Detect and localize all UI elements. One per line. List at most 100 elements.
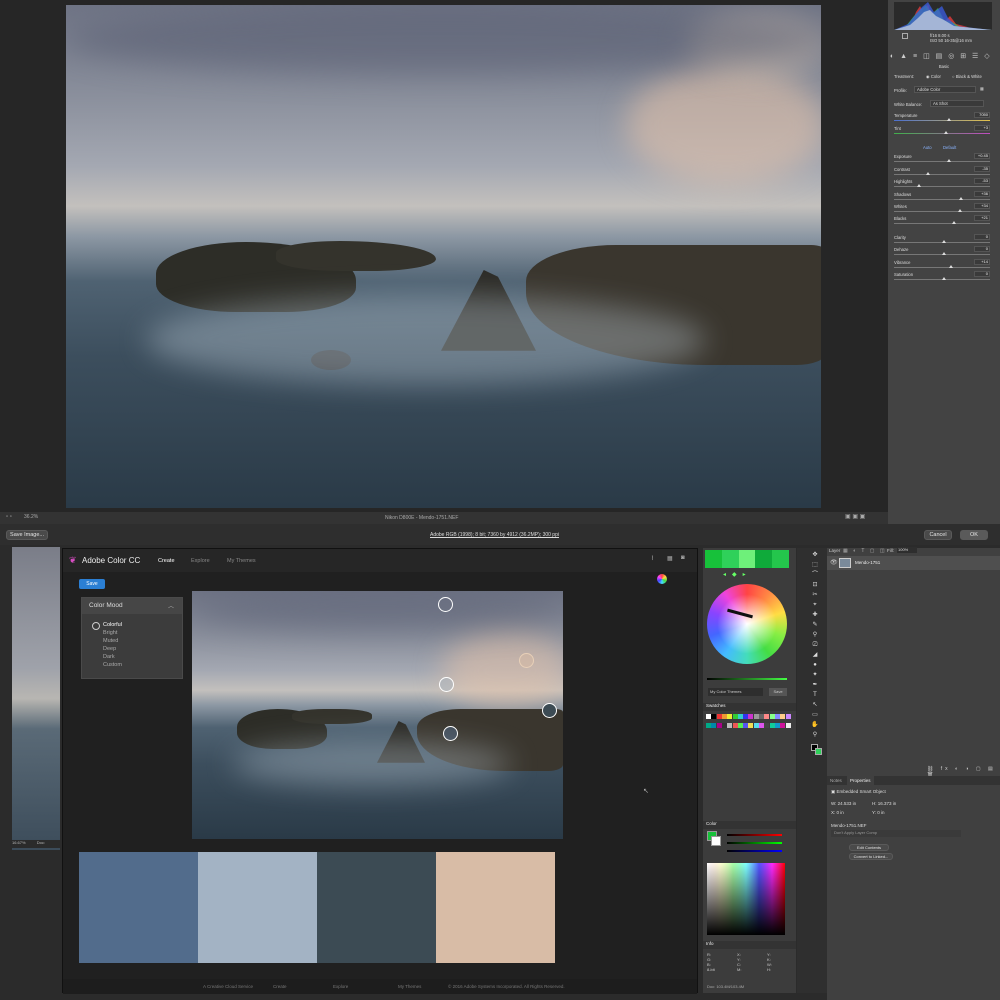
slider-thumb[interactable] (946, 118, 951, 121)
swatch-chip[interactable] (759, 723, 764, 728)
width-value[interactable]: W: 24.533 in (831, 801, 856, 806)
tab-notes[interactable]: Notes (830, 778, 842, 783)
slider-value-input[interactable]: 7050 (974, 112, 990, 118)
slider-thumb[interactable] (958, 209, 963, 212)
swatch-chip[interactable] (748, 723, 754, 728)
shape-tool-icon[interactable]: ▭ (811, 712, 819, 719)
swatch-chip[interactable] (764, 723, 770, 728)
view-toggle-icon[interactable]: ▣ ▣ ▣ (845, 513, 865, 520)
history-brush-icon[interactable]: ⎚ (811, 642, 819, 649)
zoom-icon[interactable]: ▫ ▫ (6, 514, 12, 520)
slider-track[interactable] (894, 174, 990, 175)
swatches-panel-title[interactable]: Swatches (703, 703, 796, 711)
slider-clarity[interactable]: Clarity 0 (892, 234, 996, 244)
raw-preview-image[interactable] (66, 5, 821, 508)
color-picker-handle[interactable] (438, 597, 453, 612)
save-theme-button[interactable]: Save (79, 579, 105, 589)
profile-browser-icon[interactable]: ▦ (980, 86, 984, 91)
blue-slider[interactable] (727, 850, 782, 852)
swatch-chip[interactable] (732, 723, 738, 728)
footer-link-my-themes[interactable]: My Themes (398, 984, 421, 989)
slider-value-input[interactable]: -53 (974, 178, 990, 184)
slider-value-input[interactable]: -35 (974, 166, 990, 172)
swatch-chip[interactable] (716, 723, 722, 728)
swatch-chip[interactable] (759, 714, 764, 719)
color-picker-handle[interactable] (542, 703, 557, 718)
fill-input[interactable]: 100% (897, 547, 917, 553)
slider-thumb[interactable] (925, 172, 930, 175)
auto-link[interactable]: Auto (923, 145, 932, 150)
brush-tool-icon[interactable]: ✎ (811, 622, 819, 629)
eyedropper-icon[interactable]: ⌇ (651, 555, 654, 562)
mood-item-bright[interactable]: Bright (103, 629, 122, 637)
swatch-chip[interactable] (711, 723, 717, 728)
crop-tool-icon[interactable]: ✂ (811, 592, 819, 599)
visibility-eye-icon[interactable]: 👁 (830, 559, 838, 566)
swatch-chip[interactable] (732, 714, 738, 719)
slider-thumb[interactable] (942, 240, 946, 243)
color-wheel-icon[interactable] (657, 574, 667, 584)
slider-thumb[interactable] (942, 252, 946, 255)
tab-my-themes[interactable]: My Themes (227, 558, 256, 564)
slider-thumb[interactable] (917, 184, 922, 187)
treatment-color-radio[interactable]: ◉ Color (926, 74, 941, 79)
stamp-tool-icon[interactable]: ⚲ (811, 632, 819, 639)
document-zoom[interactable]: 16.67% (12, 840, 26, 845)
panel-tab-icons[interactable]: ◐ ▲ ≡ ◫ ▤ ◎ ⊞ ☰ ◇ (890, 52, 998, 62)
slider-track[interactable] (894, 133, 990, 134)
slider-track[interactable] (894, 223, 990, 224)
layer-comp-select[interactable]: Don't Apply Layer Comp (831, 830, 961, 837)
slider-track[interactable] (894, 199, 990, 200)
harmony-arrows-icon[interactable]: ◂◆▸ (723, 571, 752, 578)
slider-value-input[interactable]: +14 (974, 259, 990, 265)
convert-to-linked-button[interactable]: Convert to Linked... (849, 853, 893, 860)
blur-tool-icon[interactable]: ✦ (811, 672, 819, 679)
layer-name[interactable]: Mendo-1751 (855, 560, 880, 565)
swatch-chip[interactable] (780, 714, 786, 719)
slider-dehaze[interactable]: Dehaze 0 (892, 246, 996, 256)
wb-select[interactable]: As Shot (930, 100, 984, 107)
footer-link-explore[interactable]: Explore (333, 984, 348, 989)
slider-value-input[interactable]: 0 (974, 234, 990, 240)
color-mood-header[interactable]: Color Mood ︿ (82, 598, 182, 614)
eyedropper-tool-icon[interactable]: ⌖ (811, 602, 819, 609)
layer-row[interactable]: 👁 Mendo-1751 (827, 556, 1000, 570)
profile-select[interactable]: Adobe Color (914, 86, 976, 93)
color-panel-title[interactable]: Color (703, 821, 796, 829)
slider-exposure[interactable]: Exposure +0.45 (892, 153, 996, 163)
slider-whites[interactable]: Whites +34 (892, 203, 996, 213)
color-picker-handle[interactable] (519, 653, 534, 668)
zoom-level[interactable]: 36.2% (24, 514, 38, 520)
slider-temperature[interactable]: Temperature 7050 (892, 112, 996, 122)
slider-track[interactable] (894, 211, 990, 212)
camera-icon[interactable]: ◙ (681, 555, 685, 561)
mood-item-custom[interactable]: Custom (103, 661, 122, 669)
swatch-chip[interactable] (727, 723, 733, 728)
swatch-chip[interactable] (716, 714, 722, 719)
swatch-chip[interactable] (737, 723, 743, 728)
save-image-button[interactable]: Save Image... (6, 530, 48, 540)
slider-highlights[interactable]: Highlights -53 (892, 178, 996, 188)
background-swatch[interactable] (815, 748, 822, 755)
eraser-tool-icon[interactable]: ◢ (811, 652, 819, 659)
swatch-chip[interactable] (764, 714, 770, 719)
slider-value-input[interactable]: 0 (974, 271, 990, 277)
slider-contrast[interactable]: Contrast -35 (892, 166, 996, 176)
layer-filter-icons[interactable]: ▦ ◐ T ▢ ◫ (843, 548, 887, 554)
swatch-chip[interactable] (737, 714, 743, 719)
theme-strip[interactable] (705, 550, 789, 568)
swatch-chip[interactable] (785, 723, 791, 728)
theme-source-image[interactable] (192, 591, 563, 839)
cancel-button[interactable]: Cancel (924, 530, 952, 540)
color-picker-handle[interactable] (439, 677, 454, 692)
y-value[interactable]: Y: 0 in (872, 810, 885, 815)
color-wheel[interactable] (707, 584, 787, 664)
marquee-tool-icon[interactable]: ⬚ (811, 562, 819, 569)
slider-thumb[interactable] (959, 197, 964, 200)
tab-create[interactable]: Create (158, 558, 175, 564)
mood-item-dark[interactable]: Dark (103, 653, 122, 661)
slider-thumb[interactable] (948, 265, 953, 268)
path-select-icon[interactable]: ↖ (811, 702, 819, 709)
background-color[interactable] (711, 836, 721, 846)
swatch-chip[interactable] (743, 714, 749, 719)
